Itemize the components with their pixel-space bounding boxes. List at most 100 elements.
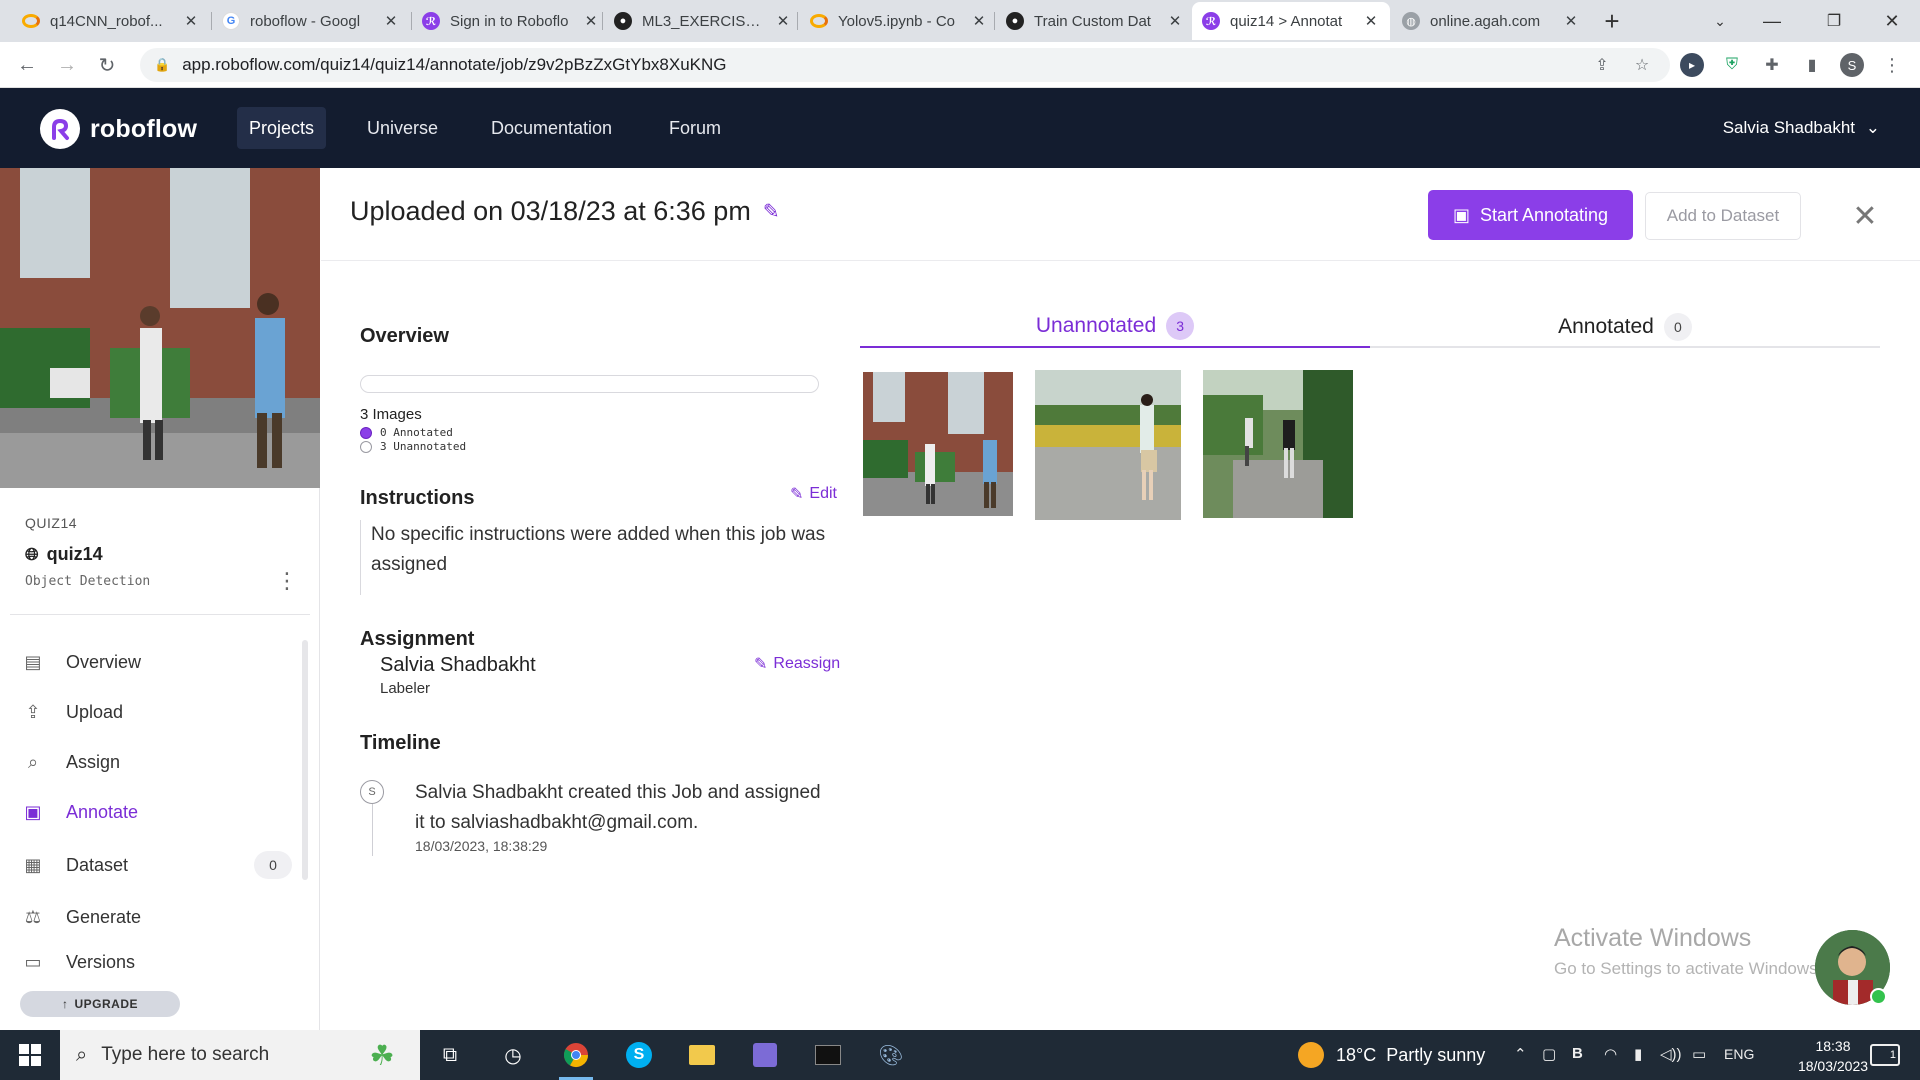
legend-label: 3 Unannotated [380,440,467,453]
user-menu[interactable]: Salvia Shadbakht ⌄ [1723,118,1880,138]
unannotated-image-thumbnail[interactable] [1203,370,1353,518]
timeline-line [372,804,373,856]
sidebar-item-versions[interactable]: ▭ Versions [20,946,292,970]
taskbar-clock[interactable]: 18:38 18/03/2023 [1796,1036,1870,1076]
sidebar-item-upload[interactable]: ⇪ Upload [20,692,292,732]
weather-widget[interactable]: 18°C Partly sunny [1298,1030,1485,1080]
new-tab-button[interactable]: + [1584,0,1640,42]
window-close-button[interactable]: ✕ [1864,0,1920,42]
sidebar-item-dataset[interactable]: ▦ Dataset 0 [20,845,292,885]
browser-tab[interactable]: ℛ Sign in to Roboflo ✕ [412,2,610,40]
bookmark-star-icon[interactable]: ☆ [1630,53,1654,77]
volume-icon[interactable]: ◁)) [1660,1045,1682,1063]
restore-button[interactable]: ❐ [1806,0,1862,42]
browser-tab[interactable]: ● ML3_EXERCISE/3. ✕ [604,2,802,40]
skype-icon[interactable]: S [614,1035,664,1075]
battery-saver-icon[interactable]: ▮ [1634,1045,1642,1063]
sidebar-item-overview[interactable]: ▤ Overview [20,642,292,682]
app-icon[interactable] [740,1035,790,1075]
roboflow-logo[interactable]: roboflow [40,109,197,149]
sidebar-item-annotate[interactable]: ▣ Annotate [20,792,292,832]
windows-start-icon[interactable] [0,1030,60,1080]
assignee-role: Labeler [380,680,431,697]
close-tab-icon[interactable]: ✕ [582,12,600,30]
url-field[interactable]: 🔒 app.roboflow.com/quiz14/quiz14/annotat… [140,48,1670,82]
nav-link-documentation[interactable]: Documentation [479,107,624,149]
search-placeholder: Type here to search [101,1044,270,1065]
extension-icon[interactable]: ▸ [1680,53,1704,77]
browser-tab[interactable]: ● Train Custom Dat ✕ [996,2,1194,40]
minimize-button[interactable]: — [1744,0,1800,42]
paint-icon[interactable]: 🎨︎ [866,1035,916,1075]
share-icon[interactable]: ⇪ [1590,53,1614,77]
kebab-menu-icon[interactable]: ⋮ [276,568,298,594]
edit-icon[interactable]: ✎ [763,199,780,224]
job-title: Uploaded on 03/18/23 at 6:36 pm ✎ [350,196,780,227]
chrome-icon[interactable] [551,1035,601,1080]
browser-menu-icon[interactable]: ⋮ [1880,53,1904,77]
close-tab-icon[interactable]: ✕ [970,12,988,30]
github-icon: ● [614,12,632,30]
close-tab-icon[interactable]: ✕ [382,12,400,30]
reload-icon[interactable]: ↻ [92,50,122,80]
legend-label: 0 Annotated [380,426,453,439]
browser-tab[interactable]: Yolov5.ipynb - Co ✕ [800,2,998,40]
network-icon[interactable]: ◠ [1604,1045,1617,1063]
unannotated-image-thumbnail[interactable] [1035,370,1181,520]
file-explorer-icon[interactable] [677,1035,727,1075]
close-tab-icon[interactable]: ✕ [1166,12,1184,30]
side-panel-icon[interactable]: ▮ [1800,53,1824,77]
project-sidebar: QUIZ14 🌐︎ quiz14 Object Detection ⋮ ▤ Ov… [0,168,320,1030]
meet-icon[interactable]: ▢ [1542,1045,1556,1063]
sidebar-item-generate[interactable]: ⚖ Generate [20,897,292,937]
close-icon[interactable]: ✕ [1845,196,1885,236]
close-tab-icon[interactable]: ✕ [774,12,792,30]
clock-time: 18:38 [1815,1038,1851,1054]
close-tab-icon[interactable]: ✕ [182,12,200,30]
tab-search-icon[interactable]: ⌄ [1692,0,1748,42]
tab-annotated[interactable]: Annotated 0 [1370,306,1880,348]
nav-link-projects[interactable]: Projects [237,107,327,149]
browser-tab[interactable]: G roboflow - Googl ✕ [212,2,410,40]
terminal-icon[interactable] [803,1035,853,1075]
tab-title: online.agah.com [1430,12,1541,30]
project-name[interactable]: 🌐︎ quiz14 [25,544,103,565]
reassign-link[interactable]: ✎ Reassign [754,654,840,674]
versions-icon: ▭ [24,952,42,970]
tab-title: quiz14 > Annotat [1230,12,1343,30]
close-tab-icon[interactable]: ✕ [1362,12,1380,30]
browser-tab[interactable]: ◍ online.agah.com ✕ [1392,2,1590,40]
start-annotating-button[interactable]: ▣ Start Annotating [1428,190,1633,240]
nav-link-universe[interactable]: Universe [355,107,450,149]
sidebar-item-label: Versions [66,952,136,970]
back-icon[interactable]: ← [12,50,42,80]
bold-app-icon[interactable]: B [1572,1045,1583,1062]
battery-icon[interactable]: ▭ [1692,1045,1706,1063]
project-kicker: QUIZ14 [25,515,78,531]
project-name-text: quiz14 [46,544,103,564]
upgrade-button[interactable]: ↑ UPGRADE [20,991,180,1017]
tab-title: Sign in to Roboflo [450,12,569,30]
edit-instructions-link[interactable]: ✎ Edit [790,484,837,504]
task-view-icon[interactable]: ⧉ [425,1035,475,1075]
unannotated-image-thumbnail[interactable] [863,372,1013,516]
profile-avatar[interactable]: S [1840,53,1864,77]
roboflow-icon: ℛ [1202,12,1220,30]
edit-icon: ✎ [754,656,768,673]
sidebar-scrollbar[interactable] [302,640,308,880]
browser-tab[interactable]: q14CNN_robof... ✕ [12,2,210,40]
add-to-dataset-button[interactable]: Add to Dataset [1645,192,1801,240]
chevron-up-icon[interactable]: ⌃ [1514,1045,1527,1063]
close-tab-icon[interactable]: ✕ [1562,12,1580,30]
puzzle-icon[interactable]: ✚ [1760,53,1784,77]
partly-sunny-icon [1298,1042,1324,1068]
nav-link-forum[interactable]: Forum [657,107,733,149]
forward-icon[interactable]: → [52,50,82,80]
clock-app-icon[interactable]: ◷ [488,1035,538,1075]
language-indicator[interactable]: ENG [1724,1046,1754,1062]
tab-unannotated[interactable]: Unannotated 3 [860,306,1370,348]
sidebar-item-assign[interactable]: ⌕ Assign [20,742,292,782]
browser-tab-active[interactable]: ℛ quiz14 > Annotat ✕ [1192,2,1390,40]
notification-center-icon[interactable]: 1 [1870,1044,1900,1066]
shield-extension-icon[interactable]: ⛨ [1720,53,1744,77]
